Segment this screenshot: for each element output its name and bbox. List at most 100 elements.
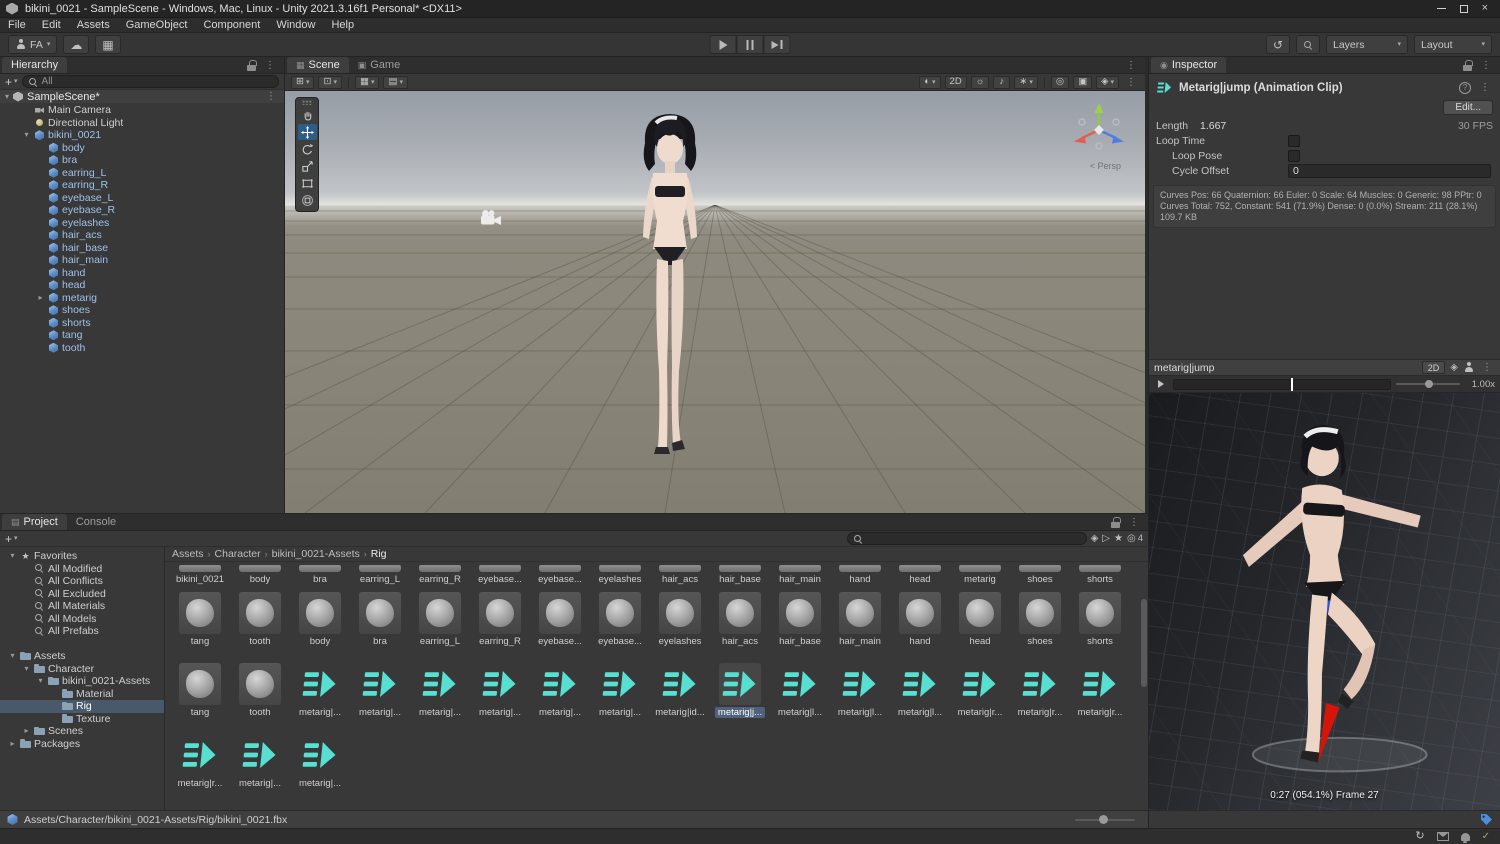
project-tree-item[interactable]: All Prefabs <box>0 625 164 638</box>
hierarchy-item[interactable]: Main Camera <box>0 104 284 117</box>
asset-item[interactable]: metarig|r... <box>1010 663 1070 718</box>
asset-item[interactable]: hair_main <box>770 565 830 585</box>
menu-item[interactable]: File <box>0 19 34 31</box>
scene-camera-icon[interactable] <box>480 209 502 226</box>
asset-item[interactable]: tang <box>170 592 230 647</box>
pause-button[interactable] <box>737 35 764 54</box>
lock-icon[interactable] <box>1463 60 1472 71</box>
asset-item[interactable]: metarig|r... <box>1070 663 1130 718</box>
project-tree-item[interactable]: All Materials <box>0 600 164 613</box>
account-button[interactable]: FA ▾ <box>8 35 57 54</box>
project-tree-item[interactable]: Character <box>0 663 164 676</box>
asset-item[interactable]: hair_acs <box>710 592 770 647</box>
rect-tool-button[interactable] <box>298 175 317 191</box>
asset-item[interactable]: shoes <box>1010 565 1070 585</box>
cloud-button[interactable]: ☁ <box>63 35 89 54</box>
view-tool-button[interactable] <box>298 107 317 123</box>
asset-item[interactable]: hair_main <box>830 592 890 647</box>
asset-item[interactable]: bra <box>290 565 350 585</box>
menu-item[interactable]: Help <box>323 19 362 31</box>
asset-label-tag-icon[interactable] <box>1480 813 1493 826</box>
asset-item[interactable]: eyebase... <box>530 565 590 585</box>
create-object-button[interactable]: +▾ <box>5 75 18 89</box>
tab-console[interactable]: Console <box>67 514 125 530</box>
preview-clip-name[interactable]: metarig|jump <box>1154 362 1417 374</box>
asset-item[interactable]: metarig|l... <box>890 663 950 718</box>
edit-button[interactable]: Edit... <box>1443 100 1493 115</box>
project-tree-item[interactable]: bikini_0021-Assets <box>0 675 164 688</box>
asset-item[interactable]: metarig|... <box>230 734 290 789</box>
breadcrumb-item[interactable]: Rig › <box>371 548 387 560</box>
loop-pose-checkbox[interactable] <box>1288 150 1300 162</box>
lock-icon[interactable] <box>247 60 256 71</box>
tab-game[interactable]: ▣ Game <box>349 57 409 73</box>
preview-timeline[interactable] <box>1173 379 1391 390</box>
vertical-scrollbar[interactable] <box>1141 599 1147 687</box>
slider-thumb[interactable] <box>1099 815 1108 824</box>
project-tree-item[interactable]: All Conflicts <box>0 575 164 588</box>
panel-menu-icon[interactable]: ⋮ <box>1126 517 1142 528</box>
preview-avatar-icon[interactable] <box>1463 362 1474 373</box>
shading-mode-dropdown[interactable]: ◐▾ <box>919 76 940 89</box>
undo-history-button[interactable]: ↺ <box>1266 35 1290 54</box>
search-by-type-icon[interactable]: ◈ <box>1091 534 1099 544</box>
project-tree-item[interactable]: Texture <box>0 713 164 726</box>
asset-item[interactable]: metarig|... <box>290 663 350 718</box>
asset-item[interactable]: metarig|... <box>290 734 350 789</box>
tab-scene[interactable]: ▦ Scene <box>287 57 349 73</box>
lighting-toggle[interactable]: ☼ <box>971 76 990 89</box>
hierarchy-item[interactable]: bikini_0021 <box>0 129 284 142</box>
asset-item[interactable]: hair_acs <box>650 565 710 585</box>
hierarchy-item[interactable]: metarig <box>0 292 284 305</box>
project-tree-item[interactable]: Assets <box>0 650 164 663</box>
asset-item[interactable]: eyelashes <box>590 565 650 585</box>
asset-item[interactable]: earring_L <box>410 592 470 647</box>
hierarchy-item[interactable]: shoes <box>0 304 284 317</box>
tab-project[interactable]: ▤ Project <box>2 514 67 530</box>
asset-item[interactable]: body <box>230 565 290 585</box>
asset-item[interactable]: tooth <box>230 663 290 718</box>
expander-icon[interactable] <box>22 727 31 735</box>
project-tree-item[interactable]: Rig <box>0 700 164 713</box>
asset-grid[interactable]: bikini_0021 body bra earring_L <box>165 562 1148 810</box>
layers-dropdown[interactable]: Layers ▾ <box>1326 35 1408 54</box>
asset-item[interactable]: hair_base <box>710 565 770 585</box>
menu-item[interactable]: Edit <box>34 19 69 31</box>
project-tree-item[interactable]: Material <box>0 688 164 701</box>
close-button[interactable]: × <box>1482 3 1488 14</box>
overlay-drag-handle[interactable] <box>302 100 312 105</box>
tab-hierarchy[interactable]: Hierarchy <box>2 57 67 73</box>
loop-time-checkbox[interactable] <box>1288 135 1300 147</box>
layout-dropdown[interactable]: Layout ▾ <box>1414 35 1492 54</box>
asset-item[interactable]: metarig|... <box>590 663 650 718</box>
expander-icon[interactable] <box>8 740 17 748</box>
menu-item[interactable]: Component <box>195 19 268 31</box>
project-search-input[interactable] <box>847 532 1087 545</box>
panel-menu-icon[interactable]: ⋮ <box>262 60 278 71</box>
asset-item[interactable]: eyebase... <box>470 565 530 585</box>
expander-icon[interactable] <box>36 294 45 302</box>
asset-item[interactable]: head <box>890 565 950 585</box>
lock-icon[interactable] <box>1111 517 1120 528</box>
menu-item[interactable]: GameObject <box>118 19 196 31</box>
2d-toggle[interactable]: 2D <box>945 76 967 89</box>
asset-item[interactable]: eyebase... <box>530 592 590 647</box>
hierarchy-item[interactable]: head <box>0 279 284 292</box>
animation-preview-viewport[interactable]: 0:27 (054.1%) Frame 27 <box>1149 393 1500 810</box>
asset-item[interactable]: bra <box>350 592 410 647</box>
status-ok-icon[interactable]: ✓ <box>1482 832 1490 842</box>
hierarchy-item[interactable]: hair_main <box>0 254 284 267</box>
effects-dropdown[interactable]: ∗▾ <box>1014 76 1037 89</box>
asset-item[interactable]: tooth <box>230 592 290 647</box>
create-asset-button[interactable]: +▾ <box>5 532 18 546</box>
asset-item[interactable]: metarig <box>950 565 1010 585</box>
breadcrumb-item[interactable]: bikini_0021-Assets › <box>272 548 367 560</box>
asset-item[interactable]: metarig|... <box>530 663 590 718</box>
hierarchy-item[interactable]: body <box>0 142 284 155</box>
preview-playhead[interactable] <box>1291 378 1293 391</box>
maximize-button[interactable] <box>1460 5 1468 13</box>
menu-item[interactable]: Assets <box>69 19 118 31</box>
preview-menu-icon[interactable]: ⋮ <box>1479 362 1495 373</box>
project-tree-item[interactable]: All Modified <box>0 563 164 576</box>
asset-item[interactable]: metarig|r... <box>950 663 1010 718</box>
